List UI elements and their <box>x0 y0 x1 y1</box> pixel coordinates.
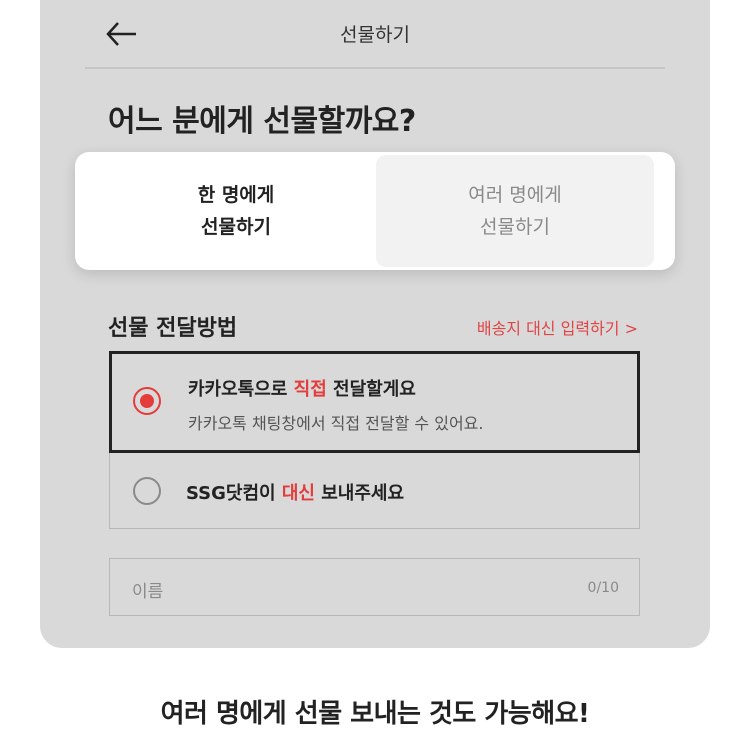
option-title-text: 보내주세요 <box>314 483 405 504</box>
option-title-text: 카카오톡으로 <box>188 379 294 400</box>
page-title: 선물하기 <box>340 24 410 46</box>
gift-card-screen: 선물하기 어느 분에게 선물할까요? 한 명에게 선물하기 여러 명에게 선물하… <box>40 0 710 648</box>
tab-label-line1: 한 명에게 <box>197 184 275 206</box>
enter-address-link[interactable]: 배송지 대신 입력하기 > <box>477 315 638 339</box>
option-subtitle: 카카오톡 채팅창에서 직접 전달할 수 있어요. <box>188 414 484 433</box>
name-placeholder: 이름 <box>132 582 164 602</box>
tab-label-line2: 선물하기 <box>480 216 550 238</box>
promo-caption: 여러 명에게 선물 보내는 것도 가능해요! <box>160 699 590 729</box>
radio-unselected-icon[interactable] <box>133 477 161 505</box>
recipient-question: 어느 분에게 선물할까요? <box>108 104 416 139</box>
option-title-text: SSG닷컴이 <box>186 483 282 504</box>
character-counter: 0/10 <box>587 580 619 596</box>
recipient-tabs: 한 명에게 선물하기 여러 명에게 선물하기 <box>75 152 675 270</box>
tab-multiple-recipients[interactable]: 여러 명에게 선물하기 <box>376 155 654 267</box>
option-title: SSG닷컴이 대신 보내주세요 <box>186 479 404 505</box>
delivery-method-title: 선물 전달방법 <box>108 316 238 341</box>
option-title-highlight: 대신 <box>281 483 315 504</box>
delivery-option-ssg[interactable]: SSG닷컴이 대신 보내주세요 <box>109 453 640 529</box>
header: 선물하기 <box>40 0 710 68</box>
radio-selected-icon[interactable] <box>133 387 161 415</box>
header-divider <box>85 67 665 69</box>
tab-label-line1: 여러 명에게 <box>468 184 562 206</box>
option-title: 카카오톡으로 직접 전달할게요 <box>188 375 416 401</box>
option-title-highlight: 직접 <box>293 379 327 400</box>
tab-single-recipient[interactable]: 한 명에게 선물하기 <box>97 155 375 267</box>
option-title-text: 전달할게요 <box>326 379 416 400</box>
recipient-name-input[interactable]: 이름 0/10 <box>109 558 640 616</box>
tab-label-line2: 선물하기 <box>201 216 271 238</box>
delivery-option-kakaotalk[interactable]: 카카오톡으로 직접 전달할게요 카카오톡 채팅창에서 직접 전달할 수 있어요. <box>109 351 640 453</box>
